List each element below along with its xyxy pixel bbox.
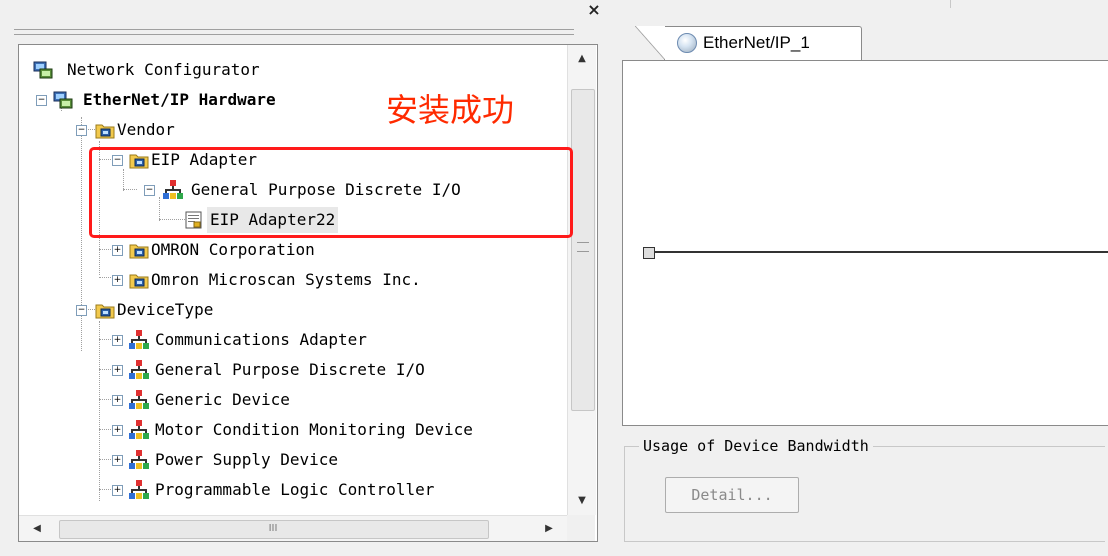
scroll-right-arrow-icon[interactable]: ▶ [539, 516, 559, 541]
expand-toggle[interactable]: + [112, 485, 123, 496]
tree-node-communications-adapter[interactable]: + Communications Adapter [19, 327, 559, 353]
device-bandwidth-group: Usage of Device Bandwidth Detail... [624, 435, 1105, 542]
tree-node-general-purpose-discrete-io[interactable]: + General Purpose Discrete I/O [19, 357, 559, 383]
scrollbar-corner [567, 515, 595, 541]
pane-drag-grip[interactable] [14, 29, 574, 35]
network-bus-node-icon[interactable] [643, 247, 655, 259]
vertical-scrollbar[interactable]: ▲ ▼ [567, 45, 596, 515]
device-type-icon [129, 480, 149, 499]
folder-icon [95, 121, 115, 139]
annotation-highlight-box [89, 147, 573, 238]
tree-node-label: Network Configurator [67, 60, 260, 79]
tree-node-power-supply-device[interactable]: + Power Supply Device [19, 447, 559, 473]
grip-icon [577, 242, 589, 252]
folder-icon [95, 301, 115, 319]
network-globe-icon [677, 33, 697, 53]
network-tree-pane: × Network Configurator − EtherNet/IP Har… [0, 0, 612, 556]
device-type-icon [129, 450, 149, 469]
tree-node-label: OMRON Corporation [151, 240, 315, 259]
tree-node-programmable-logic-controller[interactable]: + Programmable Logic Controller [19, 477, 559, 503]
tree-node-generic-device[interactable]: + Generic Device [19, 387, 559, 413]
expand-toggle[interactable]: + [112, 395, 123, 406]
network-bus-line[interactable] [655, 251, 1108, 253]
tree-node-label: General Purpose Discrete I/O [155, 360, 425, 379]
annotation-install-success: 安装成功 [386, 91, 515, 129]
tree-node-network-configurator[interactable]: Network Configurator [19, 57, 559, 83]
tree-node-label: EtherNet/IP Hardware [83, 90, 276, 109]
expand-toggle[interactable]: + [112, 245, 123, 256]
vertical-scroll-thumb[interactable] [571, 89, 595, 411]
expand-toggle[interactable]: + [112, 335, 123, 346]
network-canvas[interactable] [622, 60, 1108, 426]
expand-toggle[interactable]: + [112, 365, 123, 376]
expand-toggle[interactable]: + [112, 455, 123, 466]
tab-label: EtherNet/IP_1 [703, 33, 810, 52]
network-configurator-icon [33, 61, 53, 79]
tree-node-label: Vendor [117, 120, 175, 139]
collapse-toggle[interactable]: − [76, 125, 87, 136]
tree-node-label: Generic Device [155, 390, 290, 409]
divider [950, 0, 951, 8]
detail-button[interactable]: Detail... [665, 477, 799, 513]
network-tabs: EtherNet/IP_1 [620, 14, 1108, 64]
tab-ethernet-ip-1[interactable]: EtherNet/IP_1 [635, 26, 862, 61]
device-type-icon [129, 420, 149, 439]
horizontal-scroll-thumb[interactable]: III [59, 520, 489, 539]
tree-node-label: Programmable Logic Controller [155, 480, 435, 499]
tree-node-label: Communications Adapter [155, 330, 367, 349]
expand-toggle[interactable]: + [112, 425, 123, 436]
tree-node-label: Omron Microscan Systems Inc. [151, 270, 421, 289]
grip-icon: III [268, 523, 278, 534]
close-pane-button[interactable]: × [585, 0, 603, 20]
folder-icon [129, 241, 149, 259]
scroll-down-arrow-icon[interactable]: ▼ [568, 487, 596, 515]
device-type-icon [129, 360, 149, 379]
scroll-up-arrow-icon[interactable]: ▲ [568, 45, 596, 73]
device-type-icon [129, 330, 149, 349]
tree-node-omron-corporation[interactable]: + OMRON Corporation [19, 237, 559, 263]
collapse-toggle[interactable]: − [36, 95, 47, 106]
scroll-left-arrow-icon[interactable]: ◀ [27, 516, 47, 541]
tree-node-motor-condition-monitoring-device[interactable]: + Motor Condition Monitoring Device [19, 417, 559, 443]
bandwidth-group-title: Usage of Device Bandwidth [639, 435, 873, 457]
tree-node-devicetype[interactable]: − DeviceType [19, 297, 559, 323]
tree-node-label: DeviceType [117, 300, 214, 319]
folder-icon [129, 271, 149, 289]
tree-node-label: Motor Condition Monitoring Device [155, 420, 473, 439]
tree-node-omron-microscan[interactable]: + Omron Microscan Systems Inc. [19, 267, 559, 293]
network-view-pane: EtherNet/IP_1 Usage of Device Bandwidth … [620, 0, 1108, 556]
device-type-icon [129, 390, 149, 409]
collapse-toggle[interactable]: − [76, 305, 87, 316]
pane-splitter[interactable] [612, 0, 620, 556]
ethernet-hardware-icon [53, 91, 73, 109]
expand-toggle[interactable]: + [112, 275, 123, 286]
pane-header [0, 20, 612, 42]
tree-node-label: Power Supply Device [155, 450, 339, 469]
horizontal-scrollbar[interactable]: ◀ III ▶ [19, 515, 567, 541]
